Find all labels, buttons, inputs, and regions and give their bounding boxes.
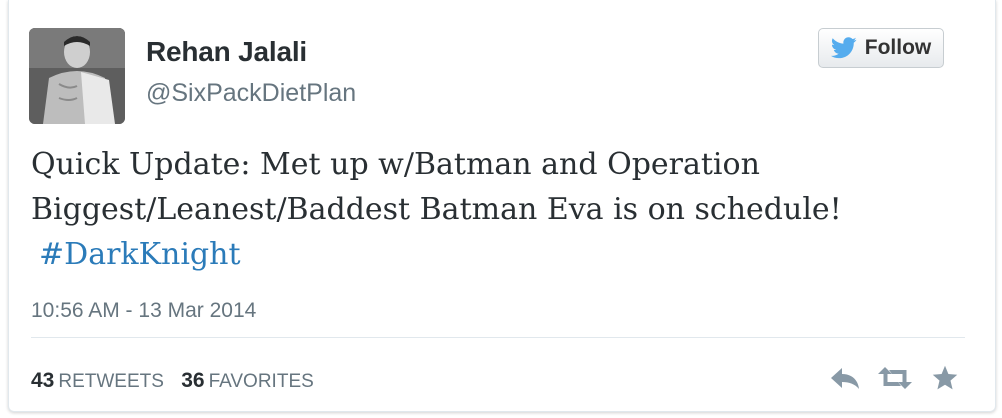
tweet-card: Rehan Jalali @SixPackDietPlan Follow Qui… [8,0,996,412]
hashtag-link[interactable]: #DarkKnight [39,232,241,277]
avatar[interactable] [29,28,125,124]
reply-icon[interactable] [827,362,863,394]
follow-button[interactable]: Follow [818,28,944,68]
favorite-icon[interactable] [927,362,963,394]
author-handle[interactable]: @SixPackDietPlan [146,79,356,108]
favorites-label: FAVORITES [208,371,314,392]
divider [31,337,965,338]
retweets-label: RETWEETS [58,371,164,392]
author-name[interactable]: Rehan Jalali [146,36,307,68]
twitter-bird-icon [830,37,857,59]
tweet-stats: 43 RETWEETS 36 FAVORITES [31,369,314,393]
profile-photo [29,28,125,124]
retweet-icon[interactable] [877,362,913,394]
retweets-stat[interactable]: 43 RETWEETS [31,369,164,392]
retweets-count: 43 [31,369,55,392]
tweet-text: Quick Update: Met up w/Batman and Operat… [31,142,961,277]
follow-label: Follow [864,36,932,59]
favorites-count: 36 [181,369,205,392]
tweet-timestamp[interactable]: 10:56 AM - 13 Mar 2014 [31,299,256,323]
favorites-stat[interactable]: 36 FAVORITES [181,369,314,392]
tweet-actions [827,362,963,394]
tweet-body: Quick Update: Met up w/Batman and Operat… [31,147,842,227]
